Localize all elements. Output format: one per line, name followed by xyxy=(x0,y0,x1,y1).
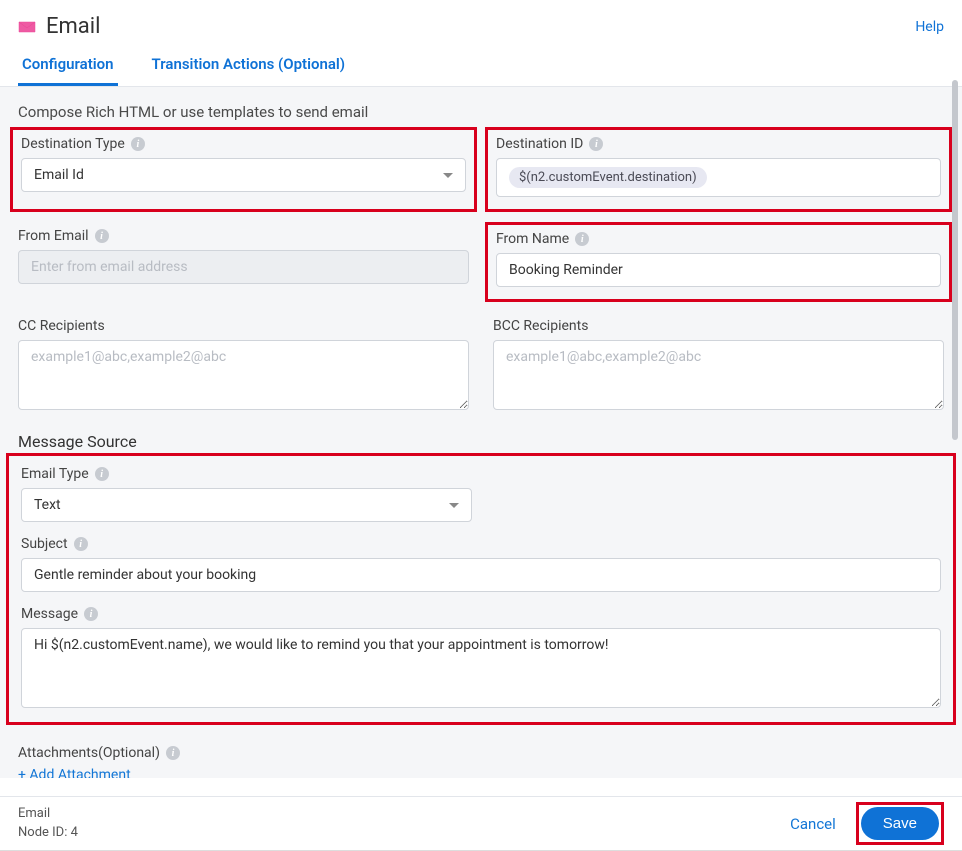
from-name-group: From Name i xyxy=(485,222,952,302)
tabs: Configuration Transition Actions (Option… xyxy=(0,47,962,87)
email-type-value: Text xyxy=(34,497,61,513)
destination-type-value: Email Id xyxy=(34,167,84,183)
destination-type-group: Destination Type i Email Id xyxy=(10,127,477,212)
tab-configuration[interactable]: Configuration xyxy=(18,47,118,86)
message-source-title: Message Source xyxy=(18,432,944,451)
cc-label: CC Recipients xyxy=(18,318,105,334)
page-title: Email xyxy=(46,14,100,39)
info-icon[interactable]: i xyxy=(166,746,180,760)
cc-input[interactable] xyxy=(18,340,469,410)
chevron-down-icon xyxy=(443,173,453,178)
subject-label: Subject xyxy=(21,536,68,552)
from-email-input xyxy=(18,250,469,284)
scrollbar[interactable] xyxy=(952,80,958,560)
footer-name: Email xyxy=(18,805,78,823)
email-type-label: Email Type xyxy=(21,466,89,482)
tab-transition-actions[interactable]: Transition Actions (Optional) xyxy=(148,47,350,86)
cc-group: CC Recipients xyxy=(18,318,469,410)
destination-id-input[interactable]: $(n2.customEvent.destination) xyxy=(496,158,941,197)
panel-header: Email Help xyxy=(0,0,962,47)
info-icon[interactable]: i xyxy=(131,137,145,151)
destination-id-label: Destination ID xyxy=(496,136,583,152)
save-highlight: Save xyxy=(856,802,944,845)
compose-subtitle: Compose Rich HTML or use templates to se… xyxy=(18,103,944,121)
chevron-down-icon xyxy=(449,503,459,508)
add-attachment-link[interactable]: + Add Attachment xyxy=(18,767,131,778)
email-type-select[interactable]: Text xyxy=(21,488,472,522)
from-email-label: From Email xyxy=(18,228,89,244)
help-link[interactable]: Help xyxy=(915,19,944,35)
info-icon[interactable]: i xyxy=(84,607,98,621)
info-icon[interactable]: i xyxy=(575,232,589,246)
bcc-label: BCC Recipients xyxy=(493,318,588,334)
from-email-group: From Email i xyxy=(18,228,469,304)
info-icon[interactable]: i xyxy=(74,537,88,551)
destination-id-group: Destination ID i $(n2.customEvent.destin… xyxy=(485,127,952,212)
info-icon[interactable]: i xyxy=(589,137,603,151)
attachments-label: Attachments(Optional) xyxy=(18,745,160,761)
destination-type-label: Destination Type xyxy=(21,136,125,152)
message-source-section: Email Type i Text Subject i Message xyxy=(6,453,956,725)
info-icon[interactable]: i xyxy=(95,229,109,243)
email-icon xyxy=(18,20,36,34)
info-icon[interactable]: i xyxy=(95,467,109,481)
message-input[interactable] xyxy=(21,628,941,708)
subject-input[interactable] xyxy=(21,558,941,592)
from-name-input[interactable] xyxy=(496,253,941,287)
destination-id-chip[interactable]: $(n2.customEvent.destination) xyxy=(509,167,707,188)
content-area: Compose Rich HTML or use templates to se… xyxy=(0,87,962,778)
footer: Email Node ID: 4 Cancel Save xyxy=(0,796,962,850)
bcc-group: BCC Recipients xyxy=(493,318,944,410)
scrollbar-thumb[interactable] xyxy=(952,80,958,440)
save-button[interactable]: Save xyxy=(861,807,939,840)
cancel-button[interactable]: Cancel xyxy=(790,815,836,833)
footer-node-id: Node ID: 4 xyxy=(18,824,78,842)
destination-type-select[interactable]: Email Id xyxy=(21,158,466,192)
bcc-input[interactable] xyxy=(493,340,944,410)
message-label: Message xyxy=(21,606,78,622)
from-name-label: From Name xyxy=(496,231,569,247)
